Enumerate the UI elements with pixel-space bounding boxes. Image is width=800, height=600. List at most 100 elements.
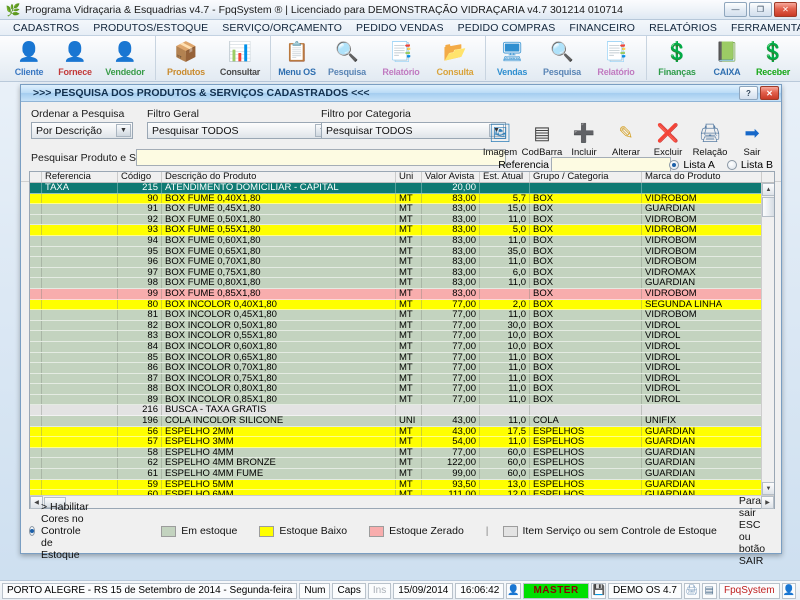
grid-rows-container: TAXA215ATENDIMENTO DOMICILIAR - CAPITAL2…	[30, 183, 774, 495]
grid-column-header-uni[interactable]: Uni	[396, 172, 422, 182]
table-row[interactable]: 99BOX FUME 0,85X1,80MT83,00BOXVIDROBOM	[30, 289, 774, 300]
table-row[interactable]: 82BOX INCOLOR 0,50X1,80MT77,0030,0BOXVID…	[30, 321, 774, 332]
menu-item-pedido-compras[interactable]: PEDIDO COMPRAS	[451, 22, 563, 34]
network-icon[interactable]: ▤	[702, 583, 717, 599]
vertical-scroll-thumb[interactable]	[762, 197, 774, 217]
table-cell: 56	[118, 427, 162, 437]
chevron-down-icon[interactable]: ▼	[116, 124, 131, 137]
close-button[interactable]: ✕	[774, 2, 797, 17]
menu-item-financeiro[interactable]: FINANCEIRO	[562, 22, 642, 34]
menu-item-cadastros[interactable]: CADASTROS	[6, 22, 86, 34]
delete-button[interactable]: ❌ Excluir	[647, 120, 689, 158]
table-row[interactable]: 98BOX FUME 0,80X1,80MT83,0011,0BOXGUARDI…	[30, 278, 774, 289]
grid-column-header-referencia[interactable]: Referencia	[42, 172, 118, 182]
grid-column-header-grupo-categoria[interactable]: Grupo / Categoria	[530, 172, 642, 182]
table-row[interactable]: 90BOX FUME 0,40X1,80MT83,005,7BOXVIDROBO…	[30, 194, 774, 205]
general-filter-select[interactable]: Pesquisar TODOS ▼	[147, 122, 332, 139]
menu-item-servi-o-or-amento[interactable]: SERVIÇO/ORÇAMENTO	[215, 22, 349, 34]
grid-horizontal-scrollbar[interactable]: ◀ ▶	[30, 495, 774, 508]
list-a-label: Lista A	[683, 159, 715, 171]
table-row[interactable]: 94BOX FUME 0,60X1,80MT83,0011,0BOXVIDROB…	[30, 236, 774, 247]
grid-column-header-descri-o-do-produto[interactable]: Descrição do Produto	[162, 172, 396, 182]
printer-icon[interactable]: 🖨	[684, 583, 699, 599]
toolbar-button-caixa[interactable]: 📗CAIXA	[704, 37, 750, 81]
table-row[interactable]: 86BOX INCOLOR 0,70X1,80MT77,0011,0BOXVID…	[30, 363, 774, 374]
status-bar: PORTO ALEGRE - RS 15 de Setembro de 2014…	[0, 580, 800, 600]
toolbar-button-vendedor[interactable]: 👤Vendedor	[98, 37, 152, 81]
toolbar-button-fornece[interactable]: 👤Fornece	[52, 37, 98, 81]
search-input[interactable]	[136, 149, 506, 166]
toolbar-button-pesquisa[interactable]: 🔍Pesquisa	[535, 37, 589, 81]
scroll-up-button[interactable]: ▲	[762, 183, 774, 196]
grid-column-header-valor-avista[interactable]: Valor Avista	[422, 172, 480, 182]
grid-vertical-scrollbar[interactable]: ▲ ▼	[761, 183, 774, 495]
table-row[interactable]: 87BOX INCOLOR 0,75X1,80MT77,0011,0BOXVID…	[30, 374, 774, 385]
table-row[interactable]: 88BOX INCOLOR 0,80X1,80MT77,0011,0BOXVID…	[30, 384, 774, 395]
order-select[interactable]: Por Descrição ▼	[31, 122, 133, 139]
table-cell: BOX	[530, 310, 642, 320]
toolbar-button-menu-os[interactable]: 📋Menu OS	[274, 37, 320, 81]
grid-column-header-est-atual[interactable]: Est. Atual	[480, 172, 530, 182]
menu-item-pedido-vendas[interactable]: PEDIDO VENDAS	[349, 22, 451, 34]
toolbar-button-relat-rio[interactable]: 📑Relatório	[589, 37, 643, 81]
grid-column-header-marca-do-produto[interactable]: Marca do Produto	[642, 172, 762, 182]
help-button[interactable]: ?	[739, 86, 758, 100]
table-row[interactable]: 91BOX FUME 0,45X1,80MT83,0015,0BOXGUARDI…	[30, 204, 774, 215]
minimize-button[interactable]: —	[724, 2, 747, 17]
list-b-radio[interactable]	[727, 160, 737, 170]
table-row[interactable]: 89BOX INCOLOR 0,85X1,80MT77,0011,0BOXVID…	[30, 395, 774, 406]
menu-item-relat-rios[interactable]: RELATÓRIOS	[642, 22, 724, 34]
mdi-close-button[interactable]: ✕	[760, 86, 779, 100]
grid-column-header-blank[interactable]	[30, 172, 42, 182]
table-row[interactable]: 83BOX INCOLOR 0,55X1,80MT77,0010,0BOXVID…	[30, 331, 774, 342]
table-row[interactable]: 81BOX INCOLOR 0,45X1,80MT77,0011,0BOXVID…	[30, 310, 774, 321]
table-row[interactable]: 62ESPELHO 4MM BRONZEMT122,0060,0ESPELHOS…	[30, 458, 774, 469]
add-button[interactable]: ➕ Incluir	[563, 120, 605, 158]
table-row[interactable]: 85BOX INCOLOR 0,65X1,80MT77,0011,0BOXVID…	[30, 353, 774, 364]
scroll-down-button[interactable]: ▼	[762, 482, 774, 495]
table-cell: BOX INCOLOR 0,75X1,80	[162, 374, 396, 384]
table-row[interactable]: 92BOX FUME 0,50X1,80MT83,0011,0BOXVIDROB…	[30, 215, 774, 226]
toolbar-button-label: Vendedor	[105, 67, 144, 77]
barcode-button[interactable]: ▤ CodBarra	[521, 120, 563, 158]
table-row[interactable]: 61ESPELHO 4MM FUMEMT99,0060,0ESPELHOSGUA…	[30, 469, 774, 480]
zero-stock-swatch	[369, 526, 384, 537]
toolbar-button-consultar[interactable]: 📊Consultar	[213, 37, 267, 81]
toolbar-button-a-pagar[interactable]: 💲A Pagar	[796, 37, 800, 81]
toolbar-button-vendas[interactable]: 🖥Vendas	[489, 37, 535, 81]
list-a-radio[interactable]	[669, 160, 679, 170]
table-row[interactable]: 84BOX INCOLOR 0,60X1,80MT77,0010,0BOXVID…	[30, 342, 774, 353]
table-row[interactable]: 57ESPELHO 3MMMT54,0011,0ESPELHOSGUARDIAN	[30, 437, 774, 448]
toolbar-button-pesquisa[interactable]: 🔍Pesquisa	[320, 37, 374, 81]
report-button[interactable]: 🖨 Relação	[689, 120, 731, 158]
exit-button[interactable]: ➡ Sair	[731, 120, 773, 158]
table-row[interactable]: 58ESPELHO 4MMMT77,0060,0ESPELHOSGUARDIAN	[30, 448, 774, 459]
maximize-button[interactable]: ❐	[749, 2, 772, 17]
table-row[interactable]: 93BOX FUME 0,55X1,80MT83,005,0BOXVIDROBO…	[30, 225, 774, 236]
toolbar-button-receber[interactable]: 💲Receber	[750, 37, 796, 81]
table-row[interactable]: 95BOX FUME 0,65X1,80MT83,0035,0BOXVIDROB…	[30, 247, 774, 258]
menu-item-produtos-estoque[interactable]: PRODUTOS/ESTOQUE	[86, 22, 215, 34]
table-row[interactable]: 59ESPELHO 5MMMT93,5013,0ESPELHOSGUARDIAN	[30, 480, 774, 491]
table-row[interactable]: 216BUSCA - TAXA GRATIS	[30, 405, 774, 416]
toolbar-button-consulta[interactable]: 📂Consulta	[428, 37, 482, 81]
edit-button[interactable]: ✎ Alterar	[605, 120, 647, 158]
toolbar-button-cliente[interactable]: 👤Cliente	[6, 37, 52, 81]
table-row[interactable]: 56ESPELHO 2MMMT43,0017,5ESPELHOSGUARDIAN	[30, 427, 774, 438]
table-cell: MT	[396, 384, 422, 394]
image-button[interactable]: 🖼 Imagem	[479, 120, 521, 158]
table-row[interactable]: 80BOX INCOLOR 0,40X1,80MT77,002,0BOXSEGU…	[30, 300, 774, 311]
toolbar-button-finan-as[interactable]: 💲Finanças	[650, 37, 704, 81]
menu-item-ferramentas[interactable]: FERRAMENTAS	[724, 22, 800, 34]
table-row[interactable]: 196COLA INCOLOR SILICONEUNI43,0011,0COLA…	[30, 416, 774, 427]
enable-colors-radio[interactable]	[29, 526, 35, 536]
toolbar-button-label: Relatório	[597, 67, 634, 77]
table-cell	[396, 405, 422, 415]
table-cell: SEGUNDA LINHA	[642, 300, 762, 310]
table-row[interactable]: 96BOX FUME 0,70X1,80MT83,0011,0BOXVIDROB…	[30, 257, 774, 268]
table-row[interactable]: 97BOX FUME 0,75X1,80MT83,006,0BOXVIDROMA…	[30, 268, 774, 279]
table-row[interactable]: TAXA215ATENDIMENTO DOMICILIAR - CAPITAL2…	[30, 183, 774, 194]
toolbar-button-produtos[interactable]: 📦Produtos	[159, 37, 213, 81]
grid-column-header-c-digo[interactable]: Código	[118, 172, 162, 182]
toolbar-button-relat-rio[interactable]: 📑Relatório	[374, 37, 428, 81]
